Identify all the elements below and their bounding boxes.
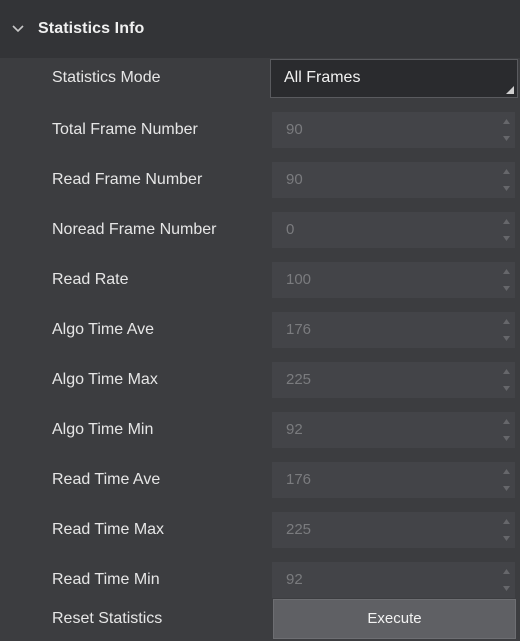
algo-time-ave-value: 176 bbox=[286, 321, 312, 338]
algo-time-min-field: 92 bbox=[272, 412, 515, 448]
spin-arrows-icon bbox=[503, 569, 510, 591]
execute-button[interactable]: Execute bbox=[273, 599, 516, 639]
read-rate-value: 100 bbox=[286, 271, 312, 288]
spin-arrows-icon bbox=[503, 369, 510, 391]
algo-time-max-field: 225 bbox=[272, 362, 515, 398]
spin-arrows-icon bbox=[503, 119, 510, 141]
row-read-time-ave: Read Time Ave 176 bbox=[0, 456, 520, 504]
spin-arrows-icon bbox=[503, 269, 510, 291]
read-time-ave-label: Read Time Ave bbox=[52, 471, 161, 488]
spin-arrows-icon bbox=[503, 169, 510, 191]
spin-arrows-icon bbox=[503, 219, 510, 241]
noread-frame-number-value: 0 bbox=[286, 221, 295, 238]
read-rate-label: Read Rate bbox=[52, 271, 129, 288]
row-noread-frame-number: Noread Frame Number 0 bbox=[0, 206, 520, 254]
total-frame-number-field: 90 bbox=[272, 112, 515, 148]
statistics-mode-label: Statistics Mode bbox=[52, 69, 161, 86]
total-frame-number-value: 90 bbox=[286, 121, 303, 138]
row-read-frame-number: Read Frame Number 90 bbox=[0, 156, 520, 204]
read-time-max-value: 225 bbox=[286, 521, 312, 538]
read-time-ave-field: 176 bbox=[272, 462, 515, 498]
algo-time-max-label: Algo Time Max bbox=[52, 371, 158, 388]
section-title: Statistics Info bbox=[38, 20, 145, 37]
spin-arrows-icon bbox=[503, 519, 510, 541]
row-read-time-max: Read Time Max 225 bbox=[0, 506, 520, 554]
total-frame-number-label: Total Frame Number bbox=[52, 121, 198, 138]
read-time-min-value: 92 bbox=[286, 571, 303, 588]
read-rate-field: 100 bbox=[272, 262, 515, 298]
algo-time-ave-label: Algo Time Ave bbox=[52, 321, 154, 338]
section-header[interactable]: Statistics Info bbox=[0, 0, 520, 58]
algo-time-min-value: 92 bbox=[286, 421, 303, 438]
spin-arrows-icon bbox=[503, 469, 510, 491]
chevron-down-icon[interactable] bbox=[10, 22, 26, 36]
statistics-mode-value: All Frames bbox=[284, 69, 361, 86]
row-read-rate: Read Rate 100 bbox=[0, 256, 520, 304]
spin-arrows-icon bbox=[503, 419, 510, 441]
row-algo-time-max: Algo Time Max 225 bbox=[0, 356, 520, 404]
row-algo-time-ave: Algo Time Ave 176 bbox=[0, 306, 520, 354]
dropdown-corner-icon bbox=[506, 86, 514, 94]
row-algo-time-min: Algo Time Min 92 bbox=[0, 406, 520, 454]
noread-frame-number-label: Noread Frame Number bbox=[52, 221, 217, 238]
read-time-min-field: 92 bbox=[272, 562, 515, 598]
row-total-frame-number: Total Frame Number 90 bbox=[0, 106, 520, 154]
read-time-max-label: Read Time Max bbox=[52, 521, 165, 538]
read-frame-number-label: Read Frame Number bbox=[52, 171, 203, 188]
statistics-info-panel: Statistics Info Statistics Mode All Fram… bbox=[0, 0, 520, 641]
read-frame-number-field: 90 bbox=[272, 162, 515, 198]
read-time-max-field: 225 bbox=[272, 512, 515, 548]
read-frame-number-value: 90 bbox=[286, 171, 303, 188]
algo-time-ave-field: 176 bbox=[272, 312, 515, 348]
statistics-mode-dropdown[interactable]: All Frames bbox=[270, 59, 518, 98]
noread-frame-number-field: 0 bbox=[272, 212, 515, 248]
read-time-ave-value: 176 bbox=[286, 471, 312, 488]
spin-arrows-icon bbox=[503, 319, 510, 341]
algo-time-min-label: Algo Time Min bbox=[52, 421, 154, 438]
reset-statistics-label: Reset Statistics bbox=[52, 610, 163, 627]
algo-time-max-value: 225 bbox=[286, 371, 312, 388]
